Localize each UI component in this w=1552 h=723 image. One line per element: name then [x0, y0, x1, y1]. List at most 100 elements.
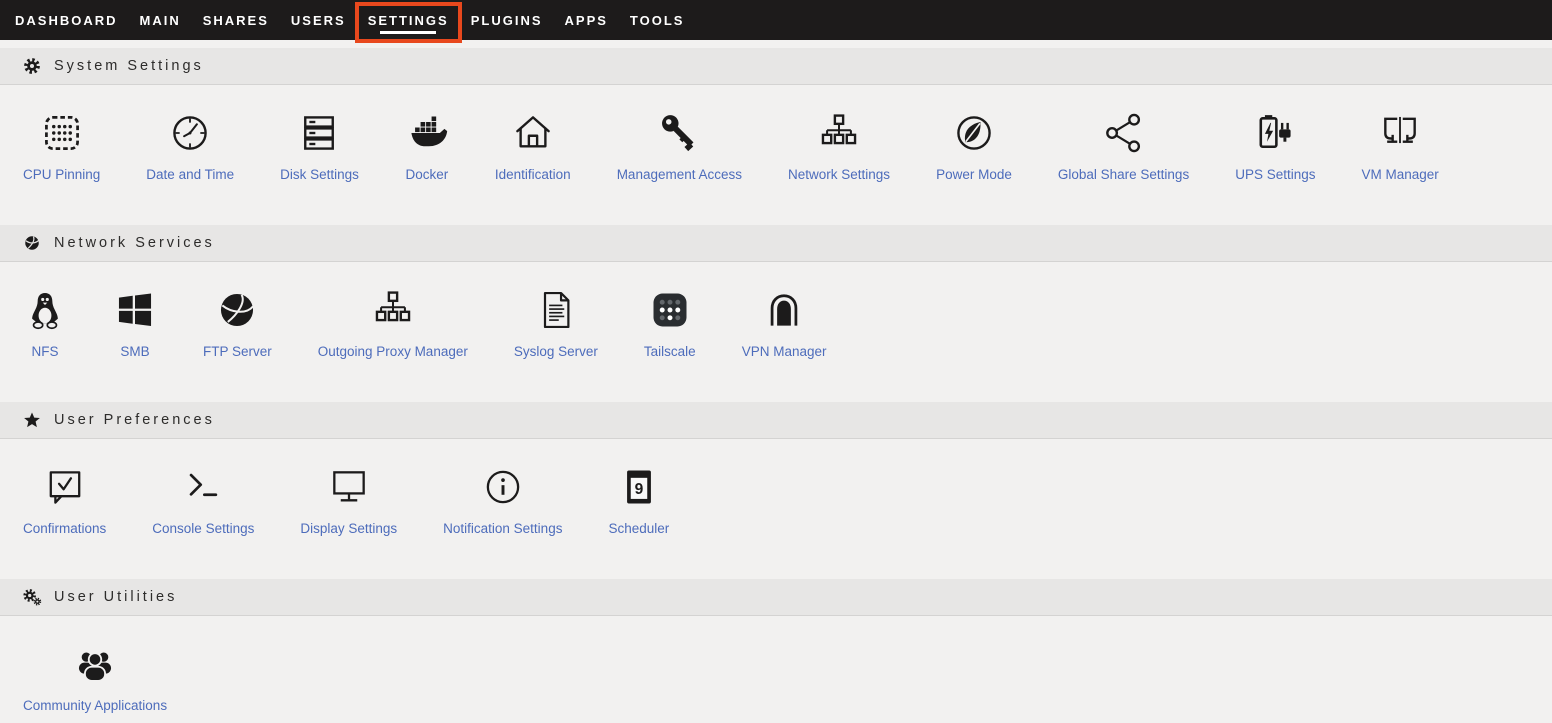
- docker-whale-icon: [405, 111, 449, 155]
- windows-icon: [113, 288, 157, 332]
- tile-label-disk-settings[interactable]: Disk Settings: [280, 167, 359, 182]
- section-header-network-services: Network Services: [0, 225, 1552, 262]
- tile-display-settings[interactable]: Display Settings: [277, 465, 420, 536]
- tile-label-console-settings[interactable]: Console Settings: [152, 521, 254, 536]
- tile-label-ftp-server[interactable]: FTP Server: [203, 344, 272, 359]
- section-header-system-settings: System Settings: [0, 48, 1552, 85]
- tile-label-scheduler[interactable]: Scheduler: [608, 521, 669, 536]
- tile-label-smb[interactable]: SMB: [120, 344, 149, 359]
- tile-label-management-access[interactable]: Management Access: [617, 167, 742, 182]
- battery-plug-icon: [1253, 111, 1297, 155]
- key-icon: [657, 111, 701, 155]
- tile-label-display-settings[interactable]: Display Settings: [300, 521, 397, 536]
- calendar-icon: 9: [617, 465, 661, 509]
- tile-vpn-manager[interactable]: VPN Manager: [719, 288, 850, 359]
- tile-label-docker[interactable]: Docker: [405, 167, 448, 182]
- user-preferences-items: Confirmations Console Settings Display S…: [0, 439, 1552, 579]
- tile-nfs[interactable]: NFS: [0, 288, 90, 359]
- tux-icon: [23, 288, 67, 332]
- top-nav: DASHBOARD MAIN SHARES USERS SETTINGS PLU…: [0, 0, 1552, 40]
- tile-label-syslog-server[interactable]: Syslog Server: [514, 344, 598, 359]
- monitor-icon: [327, 465, 371, 509]
- tile-label-vpn-manager[interactable]: VPN Manager: [742, 344, 827, 359]
- section-header-user-utilities: User Utilities: [0, 579, 1552, 616]
- globe-sphere-icon: [215, 288, 259, 332]
- tile-label-network-settings[interactable]: Network Settings: [788, 167, 890, 182]
- tile-network-settings[interactable]: Network Settings: [765, 111, 913, 182]
- tile-smb[interactable]: SMB: [90, 288, 180, 359]
- tile-power-mode[interactable]: Power Mode: [913, 111, 1035, 182]
- nav-item-shares[interactable]: SHARES: [192, 0, 280, 40]
- section-title: User Utilities: [54, 589, 177, 605]
- nav-item-users[interactable]: USERS: [280, 0, 357, 40]
- house-icon: [511, 111, 555, 155]
- tile-management-access[interactable]: Management Access: [594, 111, 765, 182]
- settings-page: System Settings CPU Pinning: [0, 40, 1552, 723]
- tile-console-settings[interactable]: Console Settings: [129, 465, 277, 536]
- gears-icon: [22, 587, 42, 607]
- info-circle-icon: [481, 465, 525, 509]
- tile-label-community-applications[interactable]: Community Applications: [23, 698, 167, 713]
- tile-label-nfs[interactable]: NFS: [32, 344, 59, 359]
- disk-stack-icon: [297, 111, 341, 155]
- tile-confirmations[interactable]: Confirmations: [0, 465, 129, 536]
- sitemap-icon: [817, 111, 861, 155]
- star-icon: [22, 410, 42, 430]
- tile-identification[interactable]: Identification: [472, 111, 594, 182]
- tile-vm-manager[interactable]: VM Manager: [1339, 111, 1462, 182]
- nav-item-plugins[interactable]: PLUGINS: [460, 0, 554, 40]
- tile-scheduler[interactable]: 9 Scheduler: [585, 465, 692, 536]
- user-utilities-items: Community Applications: [0, 616, 1552, 723]
- network-services-items: NFS SMB FTP Server: [0, 262, 1552, 402]
- nav-item-tools[interactable]: TOOLS: [619, 0, 696, 40]
- tile-cpu-pinning[interactable]: CPU Pinning: [0, 111, 123, 182]
- tile-label-global-share-settings[interactable]: Global Share Settings: [1058, 167, 1189, 182]
- tile-outgoing-proxy-manager[interactable]: Outgoing Proxy Manager: [295, 288, 491, 359]
- tile-label-vm-manager[interactable]: VM Manager: [1362, 167, 1439, 182]
- section-title: Network Services: [54, 235, 215, 251]
- tile-tailscale[interactable]: Tailscale: [621, 288, 719, 359]
- vpn-arch-icon: [762, 288, 806, 332]
- cpu-pinning-icon: [40, 111, 84, 155]
- tile-label-outgoing-proxy-manager[interactable]: Outgoing Proxy Manager: [318, 344, 468, 359]
- svg-text:9: 9: [635, 481, 644, 498]
- tile-docker[interactable]: Docker: [382, 111, 472, 182]
- section-header-user-preferences: User Preferences: [0, 402, 1552, 439]
- system-settings-items: CPU Pinning Date and Time: [0, 85, 1552, 225]
- tile-ftp-server[interactable]: FTP Server: [180, 288, 295, 359]
- clock-icon: [168, 111, 212, 155]
- tile-community-applications[interactable]: Community Applications: [0, 642, 190, 713]
- tile-label-power-mode[interactable]: Power Mode: [936, 167, 1012, 182]
- tailscale-icon: [648, 288, 692, 332]
- tile-notification-settings[interactable]: Notification Settings: [420, 465, 585, 536]
- section-title: System Settings: [54, 58, 204, 74]
- tile-syslog-server[interactable]: Syslog Server: [491, 288, 621, 359]
- tile-ups-settings[interactable]: UPS Settings: [1212, 111, 1338, 182]
- tile-label-confirmations[interactable]: Confirmations: [23, 521, 106, 536]
- tile-label-tailscale[interactable]: Tailscale: [644, 344, 696, 359]
- comment-check-icon: [43, 465, 87, 509]
- nav-item-settings-label: SETTINGS: [368, 13, 449, 28]
- vm-icon: [1378, 111, 1422, 155]
- tile-label-ups-settings[interactable]: UPS Settings: [1235, 167, 1315, 182]
- share-nodes-icon: [1102, 111, 1146, 155]
- globe-icon: [22, 233, 42, 253]
- users-group-icon: [73, 642, 117, 686]
- tile-label-identification[interactable]: Identification: [495, 167, 571, 182]
- gear-icon: [22, 56, 42, 76]
- section-title: User Preferences: [54, 412, 215, 428]
- sitemap-icon: [371, 288, 415, 332]
- document-icon: [534, 288, 578, 332]
- nav-item-settings[interactable]: SETTINGS: [357, 0, 460, 40]
- terminal-icon: [181, 465, 225, 509]
- tile-label-date-and-time[interactable]: Date and Time: [146, 167, 234, 182]
- leaf-circle-icon: [952, 111, 996, 155]
- nav-item-main[interactable]: MAIN: [129, 0, 192, 40]
- tile-disk-settings[interactable]: Disk Settings: [257, 111, 382, 182]
- tile-global-share-settings[interactable]: Global Share Settings: [1035, 111, 1212, 182]
- nav-item-dashboard[interactable]: DASHBOARD: [4, 0, 129, 40]
- tile-label-notification-settings[interactable]: Notification Settings: [443, 521, 562, 536]
- tile-label-cpu-pinning[interactable]: CPU Pinning: [23, 167, 100, 182]
- nav-item-apps[interactable]: APPS: [554, 0, 619, 40]
- tile-date-and-time[interactable]: Date and Time: [123, 111, 257, 182]
